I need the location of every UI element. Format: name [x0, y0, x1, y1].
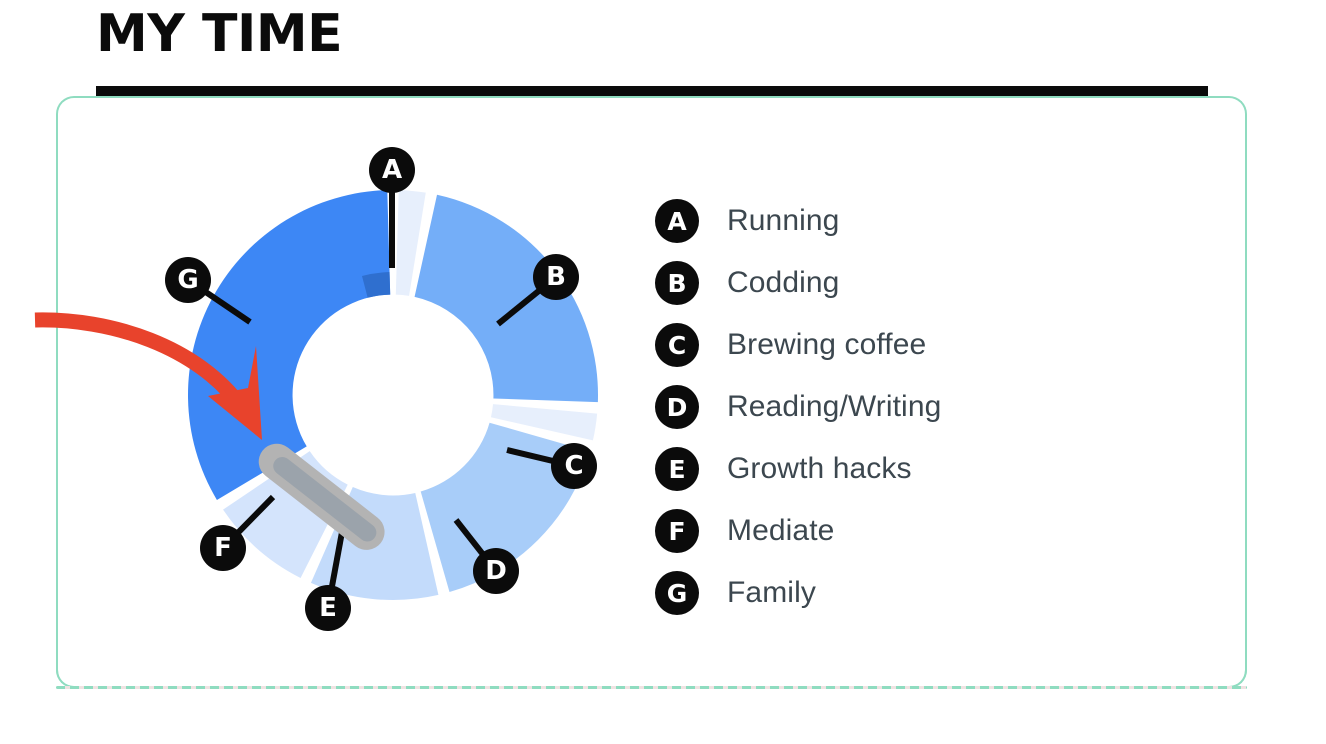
donut-chart[interactable]: A B C D E F G: [34, 147, 640, 650]
callout-badge-g[interactable]: G: [165, 257, 211, 303]
legend-badge-d: D: [655, 385, 699, 429]
legend-label-g: Family: [727, 576, 816, 609]
legend: A Running B Codding C Brewing coffee D R…: [655, 190, 1075, 624]
card-bottom-dashed-edge: [56, 686, 1247, 689]
legend-label-b: Codding: [727, 266, 840, 299]
callout-badge-c[interactable]: C: [551, 443, 597, 489]
legend-label-e: Growth hacks: [727, 452, 912, 485]
legend-label-c: Brewing coffee: [727, 328, 927, 361]
callout-badge-e[interactable]: E: [305, 585, 351, 631]
callout-badge-b[interactable]: B: [533, 254, 579, 300]
legend-item-f[interactable]: F Mediate: [655, 500, 1075, 562]
legend-label-d: Reading/Writing: [727, 390, 942, 423]
page-title: MY TIME: [96, 4, 343, 64]
legend-item-d[interactable]: D Reading/Writing: [655, 376, 1075, 438]
legend-item-e[interactable]: E Growth hacks: [655, 438, 1075, 500]
legend-item-c[interactable]: C Brewing coffee: [655, 314, 1075, 376]
legend-item-b[interactable]: B Codding: [655, 252, 1075, 314]
legend-badge-e: E: [655, 447, 699, 491]
callout-badge-a[interactable]: A: [369, 147, 415, 193]
callout-badge-d[interactable]: D: [473, 548, 519, 594]
legend-badge-g: G: [655, 571, 699, 615]
card-bottom-right-corner: [1217, 660, 1247, 688]
legend-label-f: Mediate: [727, 514, 835, 547]
callout-badge-f[interactable]: F: [200, 525, 246, 571]
legend-badge-c: C: [655, 323, 699, 367]
legend-badge-f: F: [655, 509, 699, 553]
legend-label-a: Running: [727, 204, 840, 237]
legend-badge-b: B: [655, 261, 699, 305]
donut-slice-b[interactable]: [414, 194, 598, 403]
card-bottom-left-corner: [56, 660, 86, 688]
legend-badge-a: A: [655, 199, 699, 243]
donut-chart-svg[interactable]: [34, 150, 640, 650]
legend-item-a[interactable]: A Running: [655, 190, 1075, 252]
legend-item-g[interactable]: G Family: [655, 562, 1075, 624]
